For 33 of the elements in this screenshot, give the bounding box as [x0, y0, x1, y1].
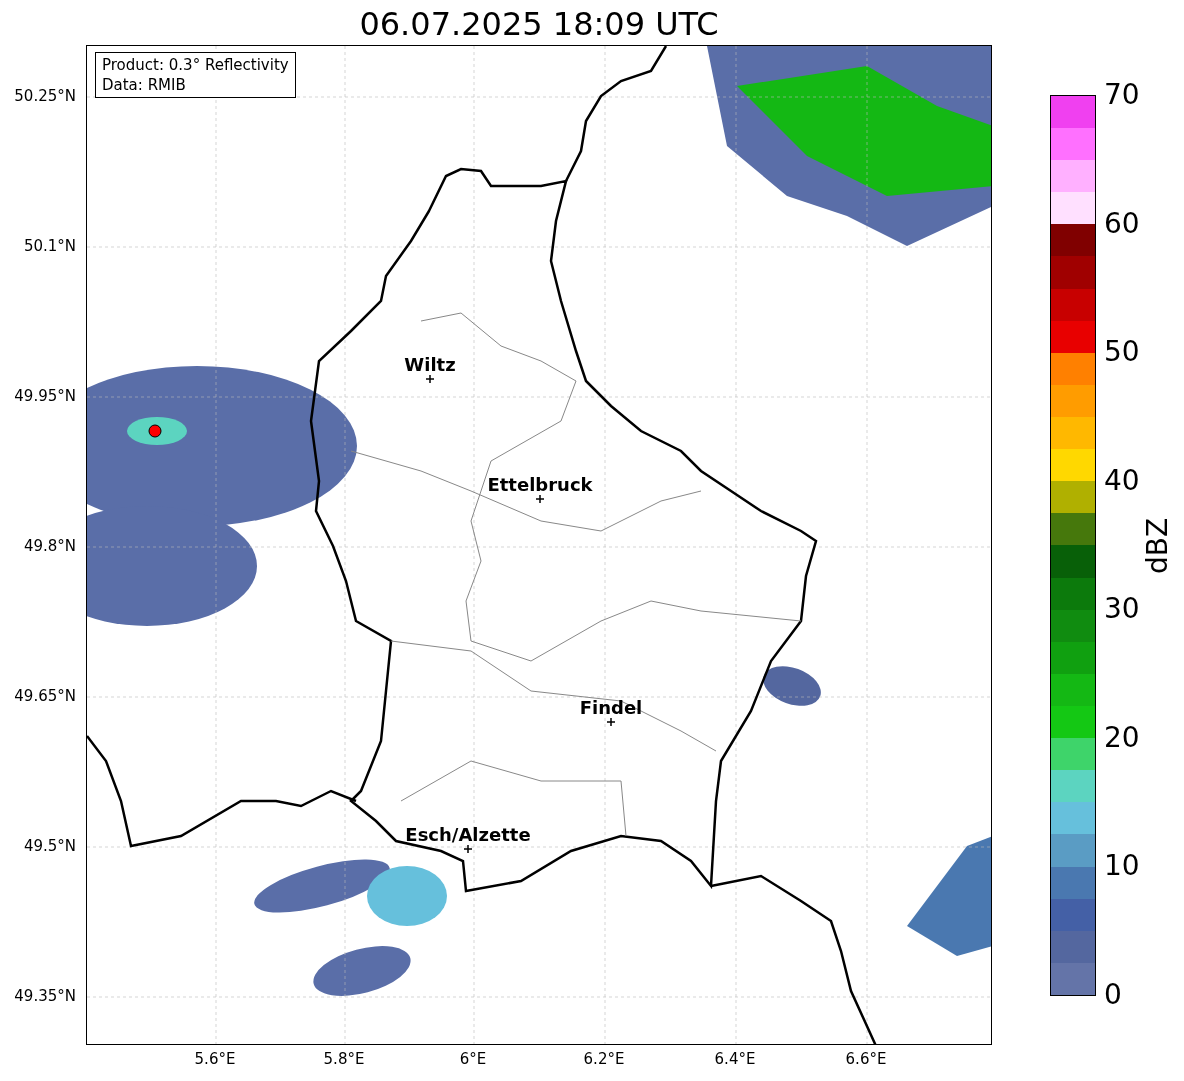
city-marker-icon	[536, 495, 544, 503]
colorbar-tick-label: 30	[1104, 593, 1140, 626]
chart-title: 06.07.2025 18:09 UTC	[358, 4, 720, 44]
colorbar-tick-label: 0	[1104, 979, 1122, 1011]
colorbar-tick-label: 40	[1104, 464, 1140, 497]
axis-tick-label: 49.65°N	[14, 687, 77, 705]
city-marker-icon	[464, 845, 472, 853]
axis-tick-label: 49.95°N	[14, 387, 77, 405]
colorbar-tick-label: 10	[1104, 850, 1140, 883]
colorbar-tick-label: 20	[1104, 721, 1140, 754]
city-marker-icon	[426, 375, 434, 383]
axis-tick-label: 5.8°E	[323, 1050, 365, 1068]
legend-text: Data: RMIB	[102, 75, 187, 95]
city-label: Wiltz	[404, 353, 456, 377]
axis-tick-label: 49.5°N	[23, 837, 77, 855]
city-label: Ettelbruck	[487, 473, 593, 497]
colorbar-label: dBZ	[1142, 517, 1175, 575]
axis-tick-label: 6°E	[459, 1050, 487, 1068]
colorbar-tick-label: 70	[1104, 79, 1140, 111]
city-label: Findel	[579, 696, 643, 720]
legend-text: Product: 0.3° Reflectivity	[102, 55, 289, 75]
colorbar-tick-label: 60	[1104, 207, 1140, 240]
city-label: Esch/Alzette	[405, 823, 531, 847]
axis-tick-label: 49.35°N	[14, 987, 77, 1005]
axis-tick-label: 50.25°N	[14, 87, 77, 105]
colorbar-tick-label: 50	[1104, 336, 1140, 369]
axis-tick-label: 5.6°E	[194, 1050, 236, 1068]
axis-tick-label: 6.2°E	[583, 1050, 625, 1068]
axis-tick-label: 49.8°N	[23, 537, 77, 555]
city-marker-icon	[607, 718, 615, 726]
axis-tick-label: 6.6°E	[845, 1050, 887, 1068]
axis-tick-label: 50.1°N	[23, 237, 77, 255]
axis-tick-label: 6.4°E	[714, 1050, 756, 1068]
